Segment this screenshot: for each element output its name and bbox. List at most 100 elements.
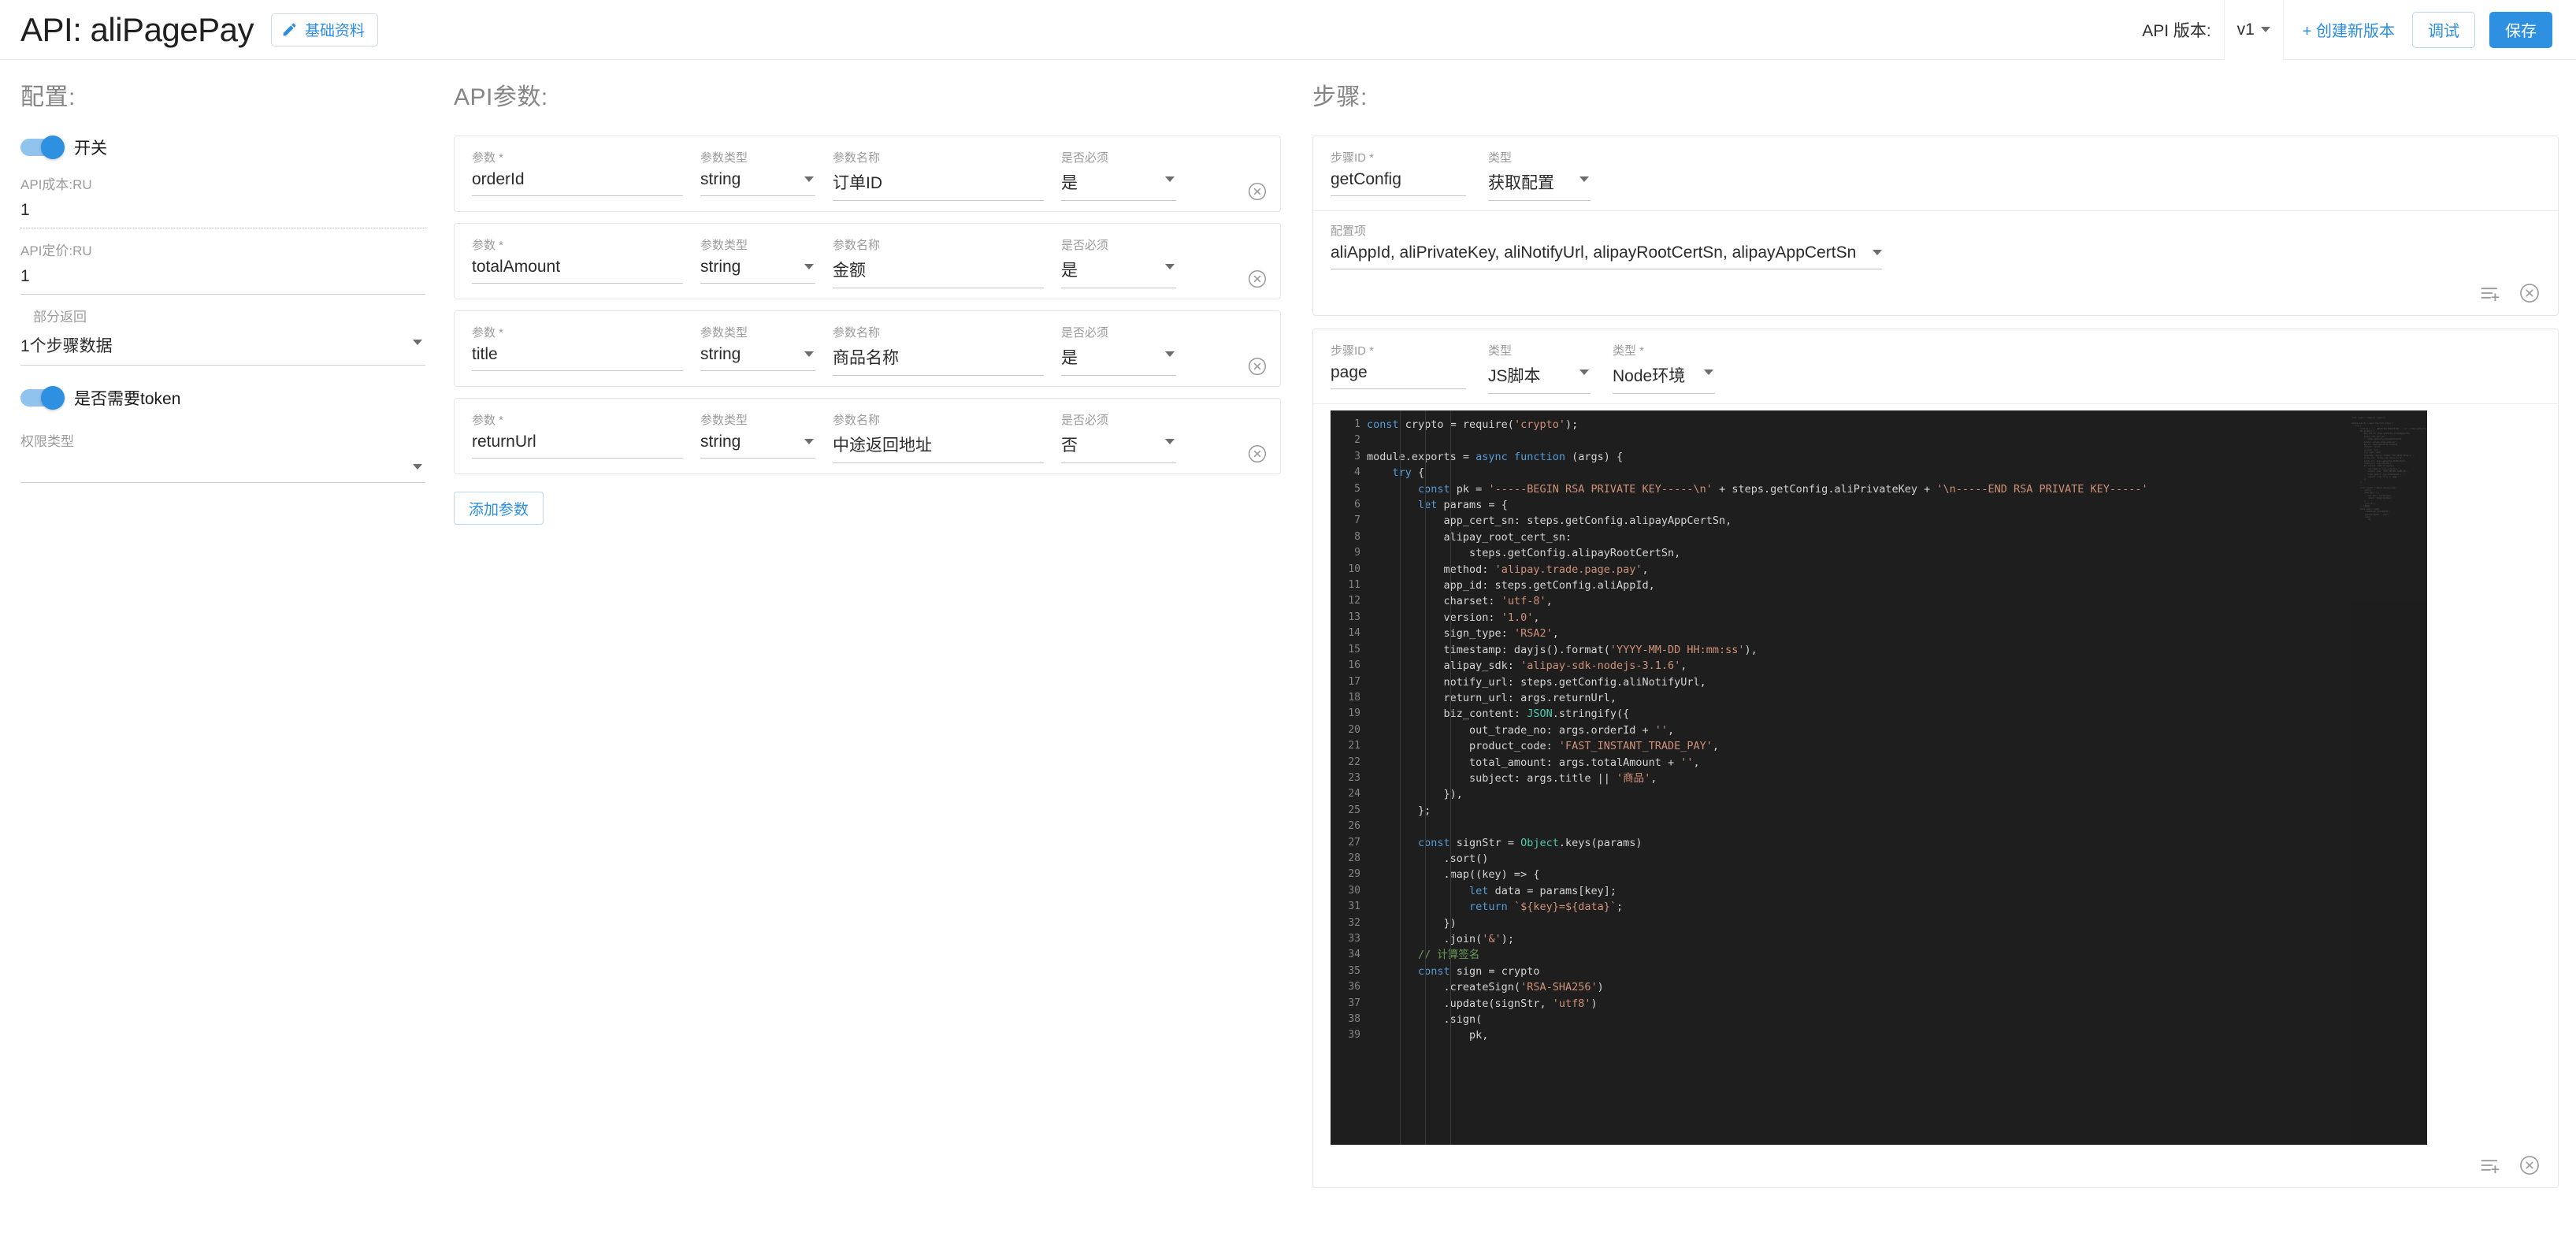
param-type-select[interactable]: string bbox=[700, 169, 815, 196]
param-required-field: 是否必须否 bbox=[1061, 411, 1193, 463]
param-type-label: 参数类型 bbox=[700, 326, 748, 340]
line-number: 33 bbox=[1348, 933, 1360, 945]
remove-param-icon[interactable] bbox=[1247, 269, 1268, 289]
remove-param-icon[interactable] bbox=[1247, 356, 1268, 377]
api-cost-label: API成本:RU bbox=[20, 177, 92, 192]
add-list-icon[interactable] bbox=[2479, 282, 2501, 304]
param-name-field: 参数 * totalAmount bbox=[472, 236, 700, 284]
chevron-down-icon bbox=[804, 439, 814, 444]
step-type-select[interactable]: JS脚本 bbox=[1488, 362, 1591, 394]
line-number: 28 bbox=[1348, 852, 1360, 864]
close-circle-icon[interactable] bbox=[2518, 1154, 2541, 1176]
remove-param-icon[interactable] bbox=[1247, 181, 1268, 202]
partial-return-label: 部分返回 bbox=[33, 310, 87, 325]
steps-column: 步骤: 步骤ID * getConfig 类型 获取配置 配置项 aliAppI… bbox=[1305, 60, 2576, 1201]
api-cost-value[interactable]: 1 bbox=[20, 198, 425, 228]
line-number: 15 bbox=[1348, 643, 1360, 655]
param-name-field: 参数 * returnUrl bbox=[472, 411, 700, 459]
config-items-select[interactable]: aliAppId, aliPrivateKey, aliNotifyUrl, a… bbox=[1331, 242, 1882, 269]
param-name-field: 参数 * orderId bbox=[472, 149, 700, 196]
partial-return-value: 1个步骤数据 bbox=[20, 337, 113, 355]
line-number: 7 bbox=[1354, 514, 1360, 527]
chevron-down-icon bbox=[1165, 351, 1175, 357]
version-value: v1 bbox=[2236, 20, 2255, 39]
remove-param-icon[interactable] bbox=[1247, 444, 1268, 464]
line-number: 11 bbox=[1348, 579, 1360, 592]
api-price-field: API定价:RU 1 bbox=[20, 240, 425, 295]
step-id-value[interactable]: page bbox=[1331, 362, 1466, 389]
step-card-page: 步骤ID * page 类型 JS脚本 类型 * Node环境 1 2 3 4 … bbox=[1312, 329, 2559, 1188]
page-body: 配置: 开关 API成本:RU 1 API定价:RU 1 部分返回 1个步骤数据… bbox=[0, 60, 2576, 1259]
param-name-label: 参数 * bbox=[472, 239, 504, 252]
line-number: 21 bbox=[1348, 740, 1360, 752]
create-version-link[interactable]: + 创建新版本 bbox=[2303, 18, 2395, 41]
line-number: 12 bbox=[1348, 595, 1360, 607]
step-type-label: 类型 bbox=[1488, 344, 1513, 358]
param-required-select[interactable]: 否 bbox=[1061, 431, 1176, 463]
step-type-value: 获取配置 bbox=[1488, 174, 1554, 192]
param-required-select[interactable]: 是 bbox=[1061, 169, 1176, 201]
line-number: 30 bbox=[1348, 884, 1360, 897]
step-env-select[interactable]: Node环境 bbox=[1613, 362, 1715, 394]
param-name-value[interactable]: title bbox=[472, 344, 683, 371]
param-name-label: 参数 * bbox=[472, 414, 504, 427]
param-display-name-value[interactable]: 金额 bbox=[833, 256, 1044, 288]
param-required-value: 是 bbox=[1061, 349, 1078, 367]
param-type-field: 参数类型 string bbox=[700, 411, 833, 459]
partial-return-select[interactable]: 1个步骤数据 bbox=[20, 330, 425, 366]
param-display-name-label: 参数名称 bbox=[833, 239, 881, 252]
line-number: 37 bbox=[1348, 997, 1360, 1009]
param-card-list: 参数 * orderId 参数类型 string 参数名称 订单ID 是否必须是参数 * to… bbox=[454, 136, 1281, 474]
param-name-value[interactable]: totalAmount bbox=[472, 256, 683, 284]
step-type-select[interactable]: 获取配置 bbox=[1488, 169, 1591, 201]
param-required-field: 是否必须是 bbox=[1061, 236, 1193, 288]
config-items-label: 配置项 bbox=[1331, 225, 1367, 238]
chevron-down-icon bbox=[804, 351, 814, 357]
param-display-name-value[interactable]: 中途返回地址 bbox=[833, 431, 1044, 463]
param-required-select[interactable]: 是 bbox=[1061, 256, 1176, 288]
line-number: 25 bbox=[1348, 804, 1360, 816]
code-editor[interactable]: 1 2 3 4 5 6 7 8 9 10 11 12 13 14 15 16 17 18 19 20 21 22 23 24 2… bbox=[1331, 410, 2427, 1145]
step-id-label: 步骤ID * bbox=[1331, 151, 1375, 165]
step-type-field: 类型 获取配置 bbox=[1488, 149, 1613, 201]
param-required-label: 是否必须 bbox=[1061, 414, 1109, 427]
save-button[interactable]: 保存 bbox=[2489, 11, 2552, 48]
chevron-down-icon bbox=[1165, 264, 1175, 269]
param-type-select[interactable]: string bbox=[700, 431, 815, 459]
switch-toggle[interactable] bbox=[20, 136, 65, 159]
version-select[interactable]: v1 bbox=[2223, 0, 2284, 60]
param-type-select[interactable]: string bbox=[700, 344, 815, 371]
api-price-value[interactable]: 1 bbox=[20, 264, 425, 295]
chevron-down-icon bbox=[1579, 370, 1589, 375]
param-type-select[interactable]: string bbox=[700, 256, 815, 284]
token-toggle[interactable] bbox=[20, 386, 65, 410]
switch-row: 开关 bbox=[20, 136, 425, 159]
chevron-down-icon bbox=[1873, 250, 1882, 255]
page-title: API: aliPagePay bbox=[20, 10, 254, 48]
add-list-icon[interactable] bbox=[2479, 1154, 2501, 1176]
line-number: 32 bbox=[1348, 916, 1360, 929]
api-version-label: API 版本: bbox=[2142, 21, 2211, 40]
line-number: 35 bbox=[1348, 964, 1360, 977]
basic-info-label: 基础资料 bbox=[305, 23, 366, 39]
param-required-select[interactable]: 是 bbox=[1061, 344, 1176, 376]
permission-type-select[interactable] bbox=[20, 455, 425, 483]
chevron-down-icon bbox=[804, 176, 814, 182]
code-content[interactable]: const crypto = require('crypto'); module… bbox=[1367, 410, 2427, 1145]
divider bbox=[1313, 403, 2558, 404]
params-section-title: API参数: bbox=[454, 84, 548, 110]
code-minimap[interactable]: const crypto = require('crypto'); module… bbox=[2351, 410, 2427, 1145]
permission-type-label: 权限类型 bbox=[20, 434, 74, 449]
step-id-value[interactable]: getConfig bbox=[1331, 169, 1466, 196]
line-number: 18 bbox=[1348, 691, 1360, 704]
line-number: 26 bbox=[1348, 820, 1360, 833]
param-name-value[interactable]: orderId bbox=[472, 169, 683, 196]
param-display-name-value[interactable]: 商品名称 bbox=[833, 344, 1044, 376]
basic-info-button[interactable]: 基础资料 bbox=[271, 13, 379, 46]
debug-button[interactable]: 调试 bbox=[2412, 11, 2475, 48]
param-name-value[interactable]: returnUrl bbox=[472, 431, 683, 459]
chevron-down-icon bbox=[413, 340, 422, 345]
add-param-button[interactable]: 添加参数 bbox=[454, 492, 544, 525]
param-display-name-value[interactable]: 订单ID bbox=[833, 169, 1044, 201]
close-circle-icon[interactable] bbox=[2518, 282, 2541, 304]
